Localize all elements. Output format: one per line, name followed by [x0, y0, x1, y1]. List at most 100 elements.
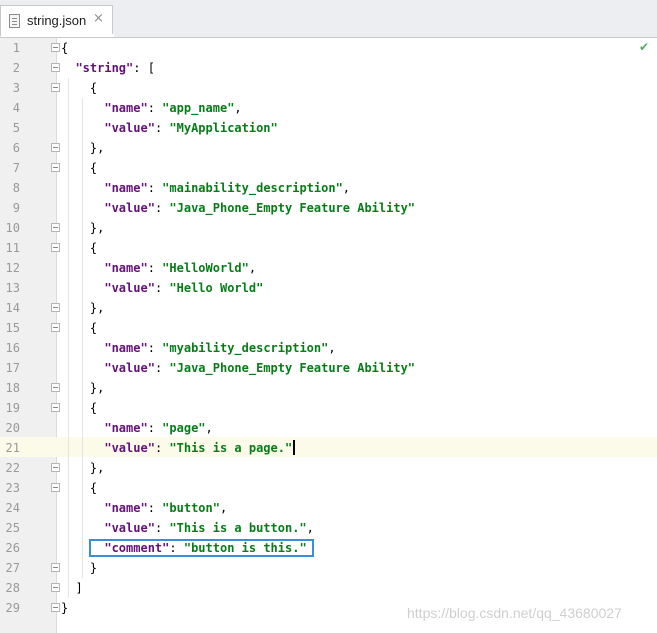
code-text: "name": "HelloWorld", — [61, 258, 256, 278]
code-line[interactable]: 11 { — [0, 238, 657, 258]
json-key: "name" — [104, 501, 148, 515]
line-number: 12 — [5, 261, 20, 275]
code-line[interactable]: 28 ] — [0, 578, 657, 598]
json-punctuation: : — [147, 501, 163, 515]
code-line[interactable]: 1{ — [0, 38, 657, 58]
fold-marker-icon[interactable] — [51, 603, 60, 612]
json-punctuation: : — [154, 121, 170, 135]
code-line[interactable]: 24 "name": "button", — [0, 498, 657, 518]
code-line[interactable]: 19 { — [0, 398, 657, 418]
code-text: { — [61, 238, 97, 258]
json-punctuation: : — [154, 201, 170, 215]
highlight-annotation-box — [89, 539, 314, 557]
code-line[interactable]: 12 "name": "HelloWorld", — [0, 258, 657, 278]
fold-marker-icon[interactable] — [51, 143, 60, 152]
line-number: 25 — [5, 521, 20, 535]
code-text: "value": "This is a page." — [61, 438, 296, 458]
json-punctuation: { — [61, 481, 98, 495]
fold-marker-icon[interactable] — [51, 403, 60, 412]
code-line[interactable]: 9 "value": "Java_Phone_Empty Feature Abi… — [0, 198, 657, 218]
code-line[interactable]: 3 { — [0, 78, 657, 98]
json-punctuation: }, — [61, 381, 105, 395]
text-caret — [293, 440, 296, 455]
json-punctuation: : — [147, 181, 163, 195]
line-number: 14 — [5, 301, 20, 315]
code-line[interactable]: 5 "value": "MyApplication" — [0, 118, 657, 138]
fold-marker-icon[interactable] — [51, 223, 60, 232]
fold-marker-icon[interactable] — [51, 483, 60, 492]
code-text: { — [61, 78, 97, 98]
line-number: 5 — [12, 121, 20, 135]
code-line[interactable]: 16 "name": "myability_description", — [0, 338, 657, 358]
line-number: 3 — [12, 81, 20, 95]
code-text: } — [61, 598, 68, 618]
code-text: { — [61, 158, 97, 178]
code-line[interactable]: 18 }, — [0, 378, 657, 398]
line-number: 9 — [12, 201, 20, 215]
close-tab-icon[interactable]: × — [93, 11, 104, 26]
json-key: "name" — [104, 421, 148, 435]
fold-marker-icon[interactable] — [51, 303, 60, 312]
code-line[interactable]: 2 "string": [ — [0, 58, 657, 78]
code-line[interactable]: 10 }, — [0, 218, 657, 238]
code-line[interactable]: 23 { — [0, 478, 657, 498]
json-punctuation — [61, 61, 75, 75]
code-line[interactable]: 4 "name": "app_name", — [0, 98, 657, 118]
code-line[interactable]: 13 "value": "Hello World" — [0, 278, 657, 298]
json-string: "Hello World" — [169, 281, 264, 295]
json-punctuation — [61, 361, 104, 375]
json-key: "name" — [104, 341, 148, 355]
fold-marker-icon[interactable] — [51, 463, 60, 472]
json-punctuation: { — [61, 41, 69, 55]
json-punctuation: , — [306, 521, 314, 535]
code-text: "value": "MyApplication" — [61, 118, 277, 138]
code-line[interactable]: 27 } — [0, 558, 657, 578]
code-text: "name": "app_name", — [61, 98, 242, 118]
code-line[interactable]: 17 "value": "Java_Phone_Empty Feature Ab… — [0, 358, 657, 378]
json-punctuation: { — [61, 81, 98, 95]
line-number: 2 — [12, 61, 20, 75]
code-text: }, — [61, 138, 104, 158]
code-line[interactable]: 25 "value": "This is a button.", — [0, 518, 657, 538]
json-punctuation: : — [154, 281, 170, 295]
json-punctuation — [61, 421, 104, 435]
inspection-ok-icon[interactable]: ✔ — [639, 40, 649, 54]
code-line[interactable]: 15 { — [0, 318, 657, 338]
fold-marker-icon[interactable] — [51, 163, 60, 172]
json-punctuation: , — [234, 101, 242, 115]
code-line[interactable]: 21 "value": "This is a page." — [0, 438, 657, 458]
json-punctuation: , — [342, 181, 351, 195]
json-punctuation: { — [61, 161, 98, 175]
json-punctuation — [61, 521, 104, 535]
editor-tab-bar: string.json × — [0, 0, 657, 38]
json-string: "This is a button." — [169, 521, 307, 535]
line-number: 6 — [12, 141, 20, 155]
json-punctuation: , — [219, 501, 228, 515]
json-string: "mainability_description" — [162, 181, 343, 195]
line-number: 21 — [5, 441, 20, 455]
tab-string-json[interactable]: string.json × — [0, 5, 114, 37]
fold-marker-icon[interactable] — [51, 43, 60, 52]
code-line[interactable]: 22 }, — [0, 458, 657, 478]
code-text: { — [61, 318, 97, 338]
json-punctuation — [61, 121, 104, 135]
fold-marker-icon[interactable] — [51, 563, 60, 572]
code-line[interactable]: 14 }, — [0, 298, 657, 318]
line-number: 13 — [5, 281, 20, 295]
fold-marker-icon[interactable] — [51, 63, 60, 72]
code-line[interactable]: 20 "name": "page", — [0, 418, 657, 438]
code-line[interactable]: 7 { — [0, 158, 657, 178]
json-key: "value" — [104, 361, 155, 375]
fold-marker-icon[interactable] — [51, 323, 60, 332]
code-text: { — [61, 478, 97, 498]
json-punctuation: : — [147, 261, 163, 275]
code-line[interactable]: 6 }, — [0, 138, 657, 158]
json-punctuation: }, — [61, 461, 105, 475]
tab-title: string.json — [27, 13, 87, 28]
code-line[interactable]: 8 "name": "mainability_description", — [0, 178, 657, 198]
json-punctuation: }, — [61, 301, 105, 315]
fold-marker-icon[interactable] — [51, 243, 60, 252]
fold-marker-icon[interactable] — [51, 583, 60, 592]
fold-marker-icon[interactable] — [51, 83, 60, 92]
fold-marker-icon[interactable] — [51, 383, 60, 392]
